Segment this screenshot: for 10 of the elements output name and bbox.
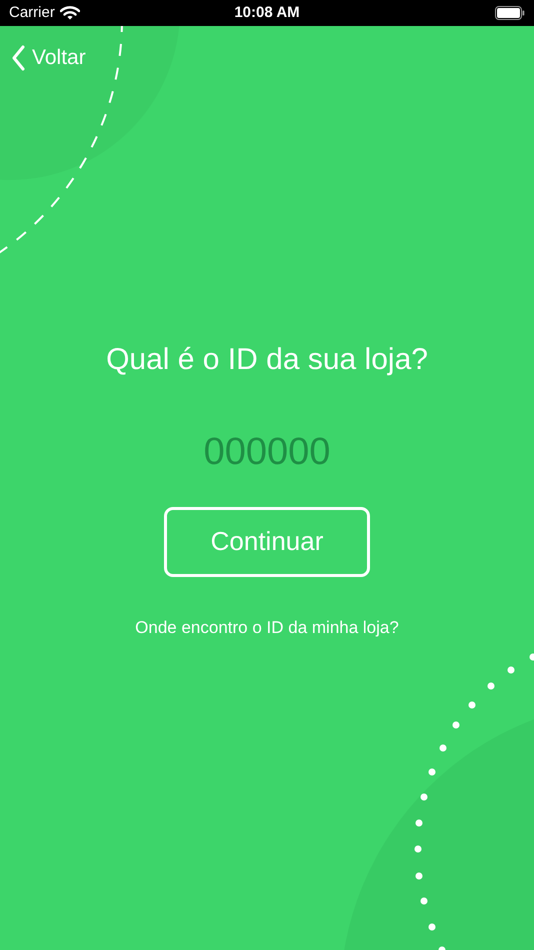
clock: 10:08 AM <box>234 2 300 23</box>
page-title: Qual é o ID da sua loja? <box>105 342 429 378</box>
wifi-icon <box>60 6 80 20</box>
store-id-field[interactable]: 000000 <box>147 424 387 480</box>
carrier-label: Carrier <box>9 2 55 23</box>
chevron-left-icon <box>11 44 26 71</box>
back-button[interactable]: Voltar <box>11 42 86 74</box>
help-link[interactable]: Onde encontro o ID da minha loja? <box>135 614 399 640</box>
battery-icon <box>495 6 525 20</box>
continue-button[interactable]: Continuar <box>164 506 370 576</box>
